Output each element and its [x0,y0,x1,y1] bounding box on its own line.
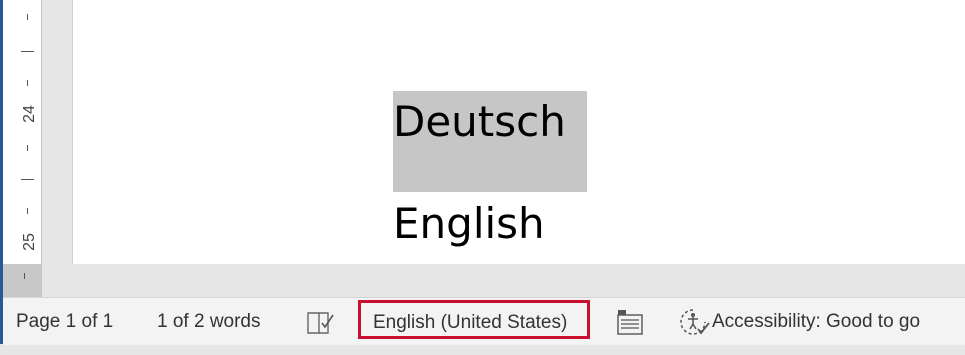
ruler-tick [24,273,25,279]
ruler-tick [21,51,34,52]
ruler-mark-24: 24 [21,105,38,123]
accessibility-checker-icon[interactable] [679,307,711,337]
ruler-tick [27,80,28,86]
vertical-ruler[interactable]: 24 25 [3,0,42,297]
proofing-book-check-icon[interactable] [306,307,336,334]
page-number-indicator[interactable]: Page 1 of 1 [16,298,113,345]
ruler-tick [27,208,28,214]
language-selector[interactable]: English (United States) [358,300,590,339]
ruler-tick [27,145,28,151]
ruler-margin-shade [3,264,42,297]
ruler-mark-25: 25 [21,233,38,251]
document-line-deutsch[interactable]: Deutsch [393,101,566,143]
document-page[interactable]: Deutsch English [72,0,965,264]
status-bar: Page 1 of 1 1 of 2 words English (United… [3,297,965,345]
word-count-indicator[interactable]: 1 of 2 words [157,298,261,345]
accessibility-status[interactable]: Accessibility: Good to go [712,298,920,345]
ruler-tick [27,14,28,20]
ruler-tick [21,179,34,180]
display-settings-icon[interactable] [615,307,645,335]
document-line-english[interactable]: English [393,203,545,245]
